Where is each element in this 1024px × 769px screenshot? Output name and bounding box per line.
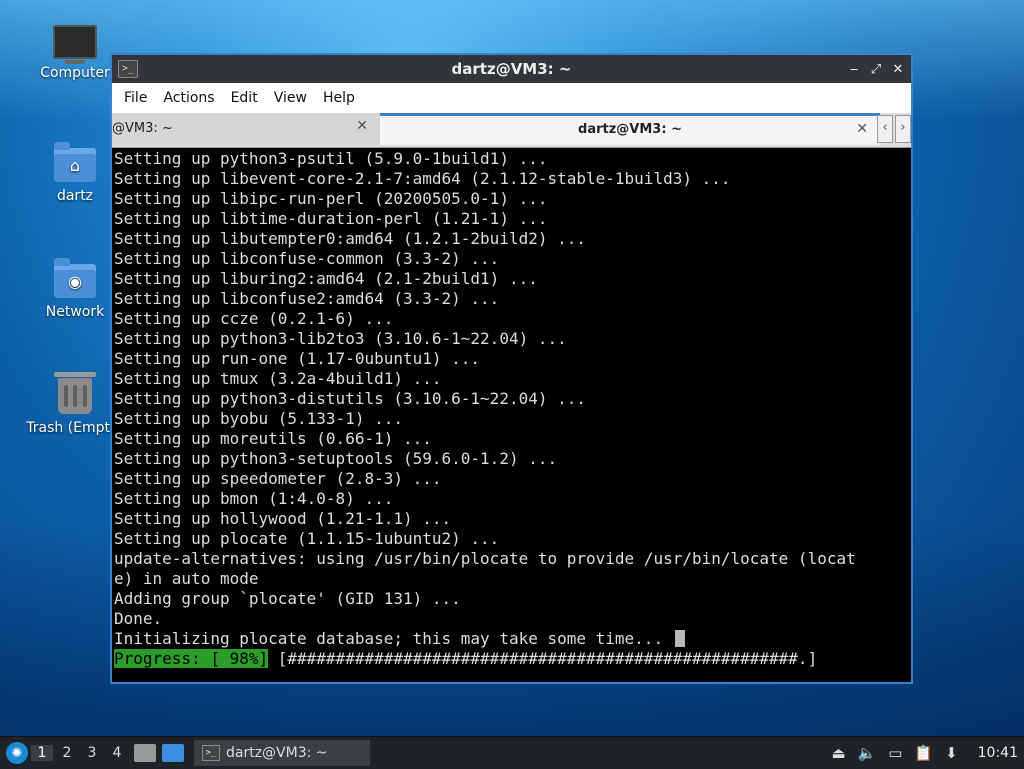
terminal-cursor [674, 630, 685, 647]
home-folder-icon: ⌂ [54, 142, 96, 182]
maximize-button[interactable]: ⤢ [869, 62, 883, 77]
tab-close-icon[interactable]: ✕ [356, 118, 368, 134]
system-tray: ⏏ 🔈 ▭ 📋 ⬇ 10:41 [831, 737, 1024, 769]
computer-icon [53, 25, 97, 64]
tab-close-icon[interactable]: ✕ [856, 121, 868, 137]
workspace-4[interactable]: 4 [106, 745, 128, 761]
tab-scroll-left-icon[interactable]: ‹ [877, 115, 893, 143]
workspace-2[interactable]: 2 [56, 745, 78, 761]
trash-icon [54, 372, 96, 414]
taskbar: ✺ 1 2 3 4 >_ dartz@VM3: ~ ⏏ 🔈 ▭ 📋 ⬇ 10:4… [0, 736, 1024, 769]
eject-icon[interactable]: ⏏ [831, 744, 845, 762]
terminal-line: Setting up libutempter0:amd64 (1.2.1-2bu… [114, 229, 587, 248]
terminal-line: Setting up run-one (1.17-0ubuntu1) ... [114, 349, 481, 368]
terminal-line: e) in auto mode [114, 569, 259, 588]
volume-icon[interactable]: 🔈 [858, 744, 877, 762]
tab-bar: @VM3: ~ ✕ dartz@VM3: ~ ✕ ‹ › [112, 113, 911, 148]
terminal-line: Setting up libtime-duration-perl (1.21-1… [114, 209, 548, 228]
terminal-task-icon: >_ [202, 745, 220, 761]
menu-view[interactable]: View [266, 90, 315, 106]
terminal-line: Setting up ccze (0.2.1-6) ... [114, 309, 394, 328]
window-title: dartz@VM3: ~ [451, 60, 572, 78]
terminal-line: Done. [114, 609, 163, 628]
terminal-line: Setting up python3-setuptools (59.6.0-1.… [114, 449, 558, 468]
terminal-output[interactable]: Setting up python3-psutil (5.9.0-1build1… [114, 149, 909, 680]
menu-edit[interactable]: Edit [223, 90, 266, 106]
update-icon[interactable]: ⬇ [945, 744, 958, 762]
tab-active[interactable]: dartz@VM3: ~ ✕ [380, 113, 880, 145]
terminal-line: Setting up hollywood (1.21-1.1) ... [114, 509, 452, 528]
network-icon[interactable]: ▭ [888, 744, 902, 762]
terminal-line: Setting up python3-distutils (3.10.6-1~2… [114, 389, 587, 408]
terminal-line: Setting up python3-psutil (5.9.0-1build1… [114, 149, 548, 168]
tab-inactive[interactable]: @VM3: ~ ✕ [112, 113, 380, 145]
terminal-line: Setting up liburing2:amd64 (2.1-2build1)… [114, 269, 538, 288]
task-label: dartz@VM3: ~ [226, 745, 328, 761]
terminal-line: Adding group `plocate' (GID 131) ... [114, 589, 461, 608]
terminal-line: Setting up byobu (5.133-1) ... [114, 409, 403, 428]
terminal-line: Setting up libconfuse2:amd64 (3.3-2) ... [114, 289, 500, 308]
tab-label: @VM3: ~ [112, 121, 173, 136]
start-menu-icon[interactable]: ✺ [6, 742, 28, 764]
show-desktop-icon[interactable] [162, 744, 184, 762]
terminal-window[interactable]: >_ dartz@VM3: ~ ‒ ⤢ ✕ File Actions Edit … [110, 53, 913, 684]
taskbar-task-terminal[interactable]: >_ dartz@VM3: ~ [194, 740, 370, 766]
clipboard-icon[interactable]: 📋 [914, 744, 933, 762]
menu-help[interactable]: Help [315, 90, 363, 106]
tab-scroll-right-icon[interactable]: › [895, 115, 911, 143]
terminal-line: Setting up python3-lib2to3 (3.10.6-1~22.… [114, 329, 567, 348]
tab-label: dartz@VM3: ~ [578, 122, 682, 137]
terminal-line: Setting up moreutils (0.66-1) ... [114, 429, 432, 448]
close-button[interactable]: ✕ [891, 62, 905, 77]
terminal-lines: Setting up python3-psutil (5.9.0-1build1… [114, 149, 909, 649]
progress-label: Progress: [ 98%] [114, 649, 269, 668]
progress-bar: [#######################################… [268, 649, 818, 668]
terminal-line: Setting up plocate (1.1.15-1ubuntu2) ... [114, 529, 500, 548]
terminal-line: Setting up libevent-core-2.1-7:amd64 (2.… [114, 169, 731, 188]
menu-bar: File Actions Edit View Help [112, 83, 911, 113]
file-manager-launcher-icon[interactable] [134, 744, 156, 762]
terminal-line: Setting up speedometer (2.8-3) ... [114, 469, 442, 488]
terminal-line: update-alternatives: using /usr/bin/ploc… [114, 549, 856, 568]
window-titlebar[interactable]: >_ dartz@VM3: ~ ‒ ⤢ ✕ [112, 55, 911, 83]
menu-actions[interactable]: Actions [155, 90, 222, 106]
menu-file[interactable]: File [116, 90, 155, 106]
terminal-line: Setting up libipc-run-perl (20200505.0-1… [114, 189, 548, 208]
terminal-line: Initializing plocate database; this may … [114, 629, 909, 649]
workspace-3[interactable]: 3 [81, 745, 103, 761]
network-folder-icon: ◉ [54, 258, 96, 298]
terminal-line: Setting up libconfuse-common (3.3-2) ... [114, 249, 500, 268]
terminal-line: Setting up tmux (3.2a-4build1) ... [114, 369, 442, 388]
terminal-line: Setting up bmon (1:4.0-8) ... [114, 489, 394, 508]
clock[interactable]: 10:41 [978, 745, 1018, 761]
terminal-app-icon[interactable]: >_ [118, 60, 138, 78]
progress-line: Progress: [ 98%] [######################… [114, 649, 909, 669]
minimize-button[interactable]: ‒ [847, 62, 861, 77]
workspace-1[interactable]: 1 [31, 745, 53, 761]
